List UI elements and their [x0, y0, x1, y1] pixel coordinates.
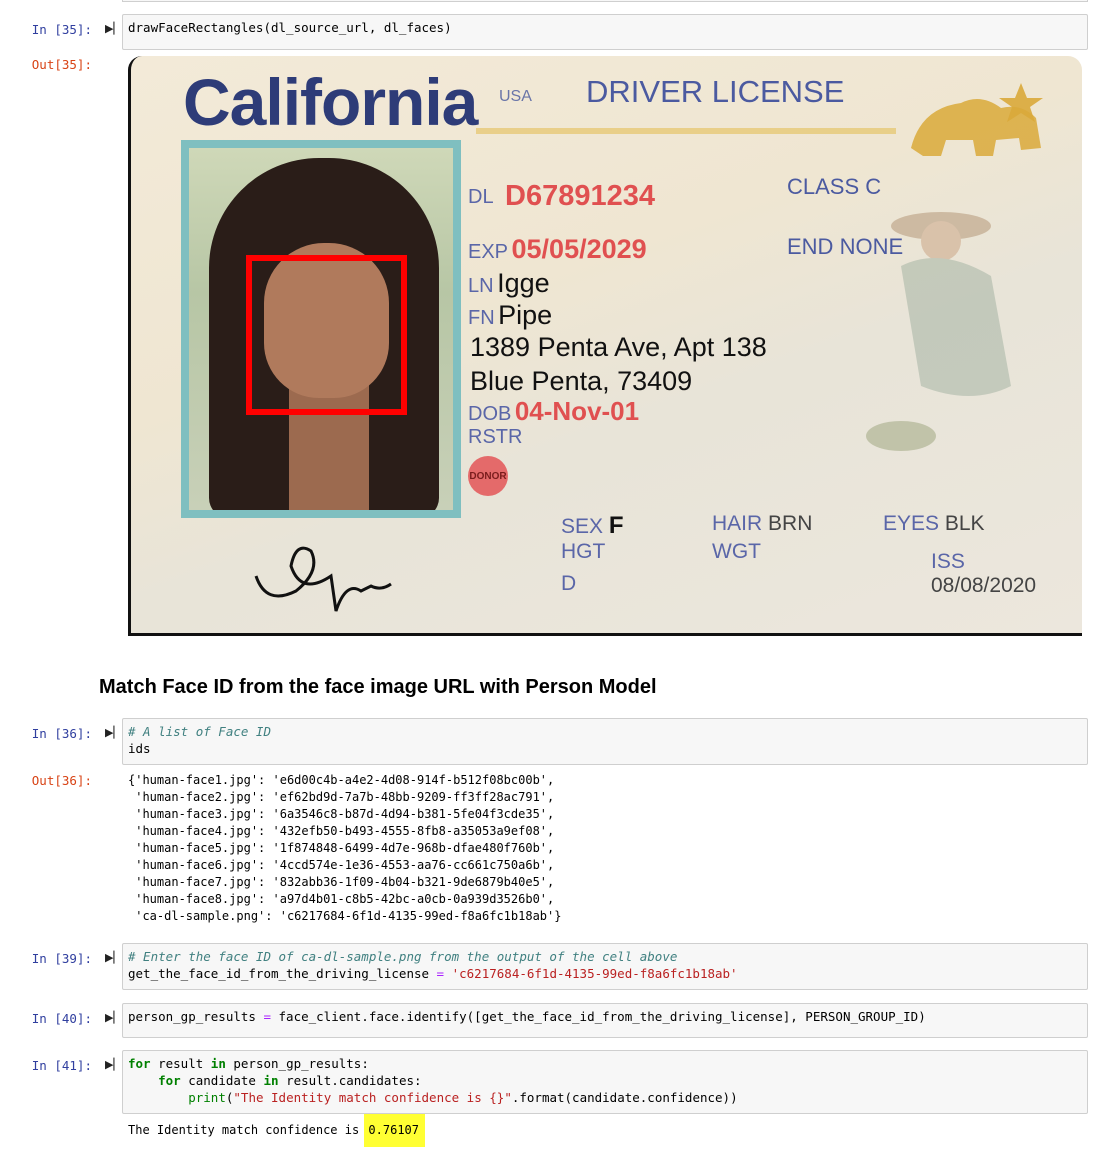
in-prompt-40: In [40]: [31, 1011, 92, 1026]
eyes-field: EYES BLK [883, 512, 985, 535]
code-cell-36[interactable]: # A list of Face ID ids [122, 718, 1088, 765]
in-prompt-39: In [39]: [31, 951, 92, 966]
exp-field: EXP 05/05/2029 [468, 234, 647, 264]
previous-cell-bottom [122, 0, 1088, 2]
output-line: 'human-face3.jpg': '6a3546c8-b87d-4d94-b… [128, 807, 555, 821]
output-line: 'human-face6.jpg': '4ccd574e-1e36-4553-a… [128, 858, 555, 872]
in-prompt-36: In [36]: [31, 726, 92, 741]
output-line: 'human-face2.jpg': 'ef62bd9d-7a7b-48bb-9… [128, 790, 555, 804]
output-line: 'human-face7.jpg': '832abb36-1f09-4b04-b… [128, 875, 555, 889]
iss-value: 08/08/2020 [931, 574, 1037, 597]
address-line-1: 1389 Penta Ave, Apt 138 [470, 332, 767, 362]
confidence-value: 0.76107 [364, 1114, 425, 1147]
address-line-2: Blue Penta, 73409 [470, 366, 693, 396]
prospector-illustration-icon [866, 212, 1011, 451]
output-line: 'human-face8.jpg': 'a97d4b01-c8b5-42bc-a… [128, 892, 555, 906]
wgt-label: WGT [712, 540, 761, 563]
run-cell-icon[interactable]: ▶▏ [105, 951, 122, 964]
run-cell-icon[interactable]: ▶▏ [105, 1058, 122, 1071]
code-cell-35[interactable]: drawFaceRectangles(dl_source_url, dl_fac… [122, 14, 1088, 50]
rstr-label: RSTR [468, 426, 523, 448]
iss-label: ISS [931, 550, 965, 573]
run-cell-icon[interactable]: ▶▏ [105, 726, 122, 739]
code-line: drawFaceRectangles(dl_source_url, dl_fac… [128, 20, 452, 35]
donor-badge: DONOR [468, 456, 508, 496]
run-cell-icon[interactable]: ▶▏ [105, 1011, 122, 1024]
signature-icon [254, 546, 392, 612]
in-prompt-41: In [41]: [31, 1058, 92, 1073]
dl-field: DL [468, 186, 494, 208]
in-prompt-35: In [35]: [31, 22, 92, 37]
output-dict: {'human-face1.jpg': 'e6d00c4b-a4e2-4d08-… [128, 772, 561, 925]
license-state: California [183, 65, 478, 139]
end-field: END NONE [787, 234, 904, 259]
sex-field: SEX F [561, 512, 624, 539]
d-label: D [561, 572, 577, 595]
confidence-output: The Identity match confidence is 0.76107 [128, 1114, 425, 1147]
code-cell-40[interactable]: person_gp_results = face_client.face.ide… [122, 1003, 1088, 1038]
code-cell-41[interactable]: for result in person_gp_results: for can… [122, 1050, 1088, 1114]
output-line: {'human-face1.jpg': 'e6d00c4b-a4e2-4d08-… [128, 773, 555, 787]
license-title: DRIVER LICENSE [586, 74, 845, 109]
ln-field: LN Igge [468, 268, 550, 298]
output-line: 'human-face5.jpg': '1f874848-6499-4d7e-9… [128, 841, 555, 855]
output-line: 'ca-dl-sample.png': 'c6217684-6f1d-4135-… [128, 909, 562, 923]
bear-star-icon [911, 83, 1043, 156]
driver-license-image: California USA DRIVER LICENSE DL D678912… [128, 56, 1082, 636]
out-prompt-36: Out[36]: [31, 773, 92, 788]
fn-field: FN Pipe [468, 300, 553, 330]
out-prompt-35: Out[35]: [31, 57, 92, 72]
dob-field: DOB 04-Nov-01 [468, 396, 640, 426]
dl-number: D67891234 [505, 180, 655, 212]
section-heading: Match Face ID from the face image URL wi… [99, 676, 657, 698]
run-cell-icon[interactable]: ▶▏ [105, 22, 122, 35]
hair-field: HAIR BRN [712, 512, 813, 535]
license-usa: USA [499, 88, 532, 105]
hgt-label: HGT [561, 540, 606, 563]
code-cell-39[interactable]: # Enter the face ID of ca-dl-sample.png … [122, 943, 1088, 990]
gold-band [476, 128, 896, 134]
face-detection-rectangle [246, 255, 407, 415]
output-line: 'human-face4.jpg': '432efb50-b493-4555-8… [128, 824, 555, 838]
class-field: CLASS C [787, 174, 882, 199]
